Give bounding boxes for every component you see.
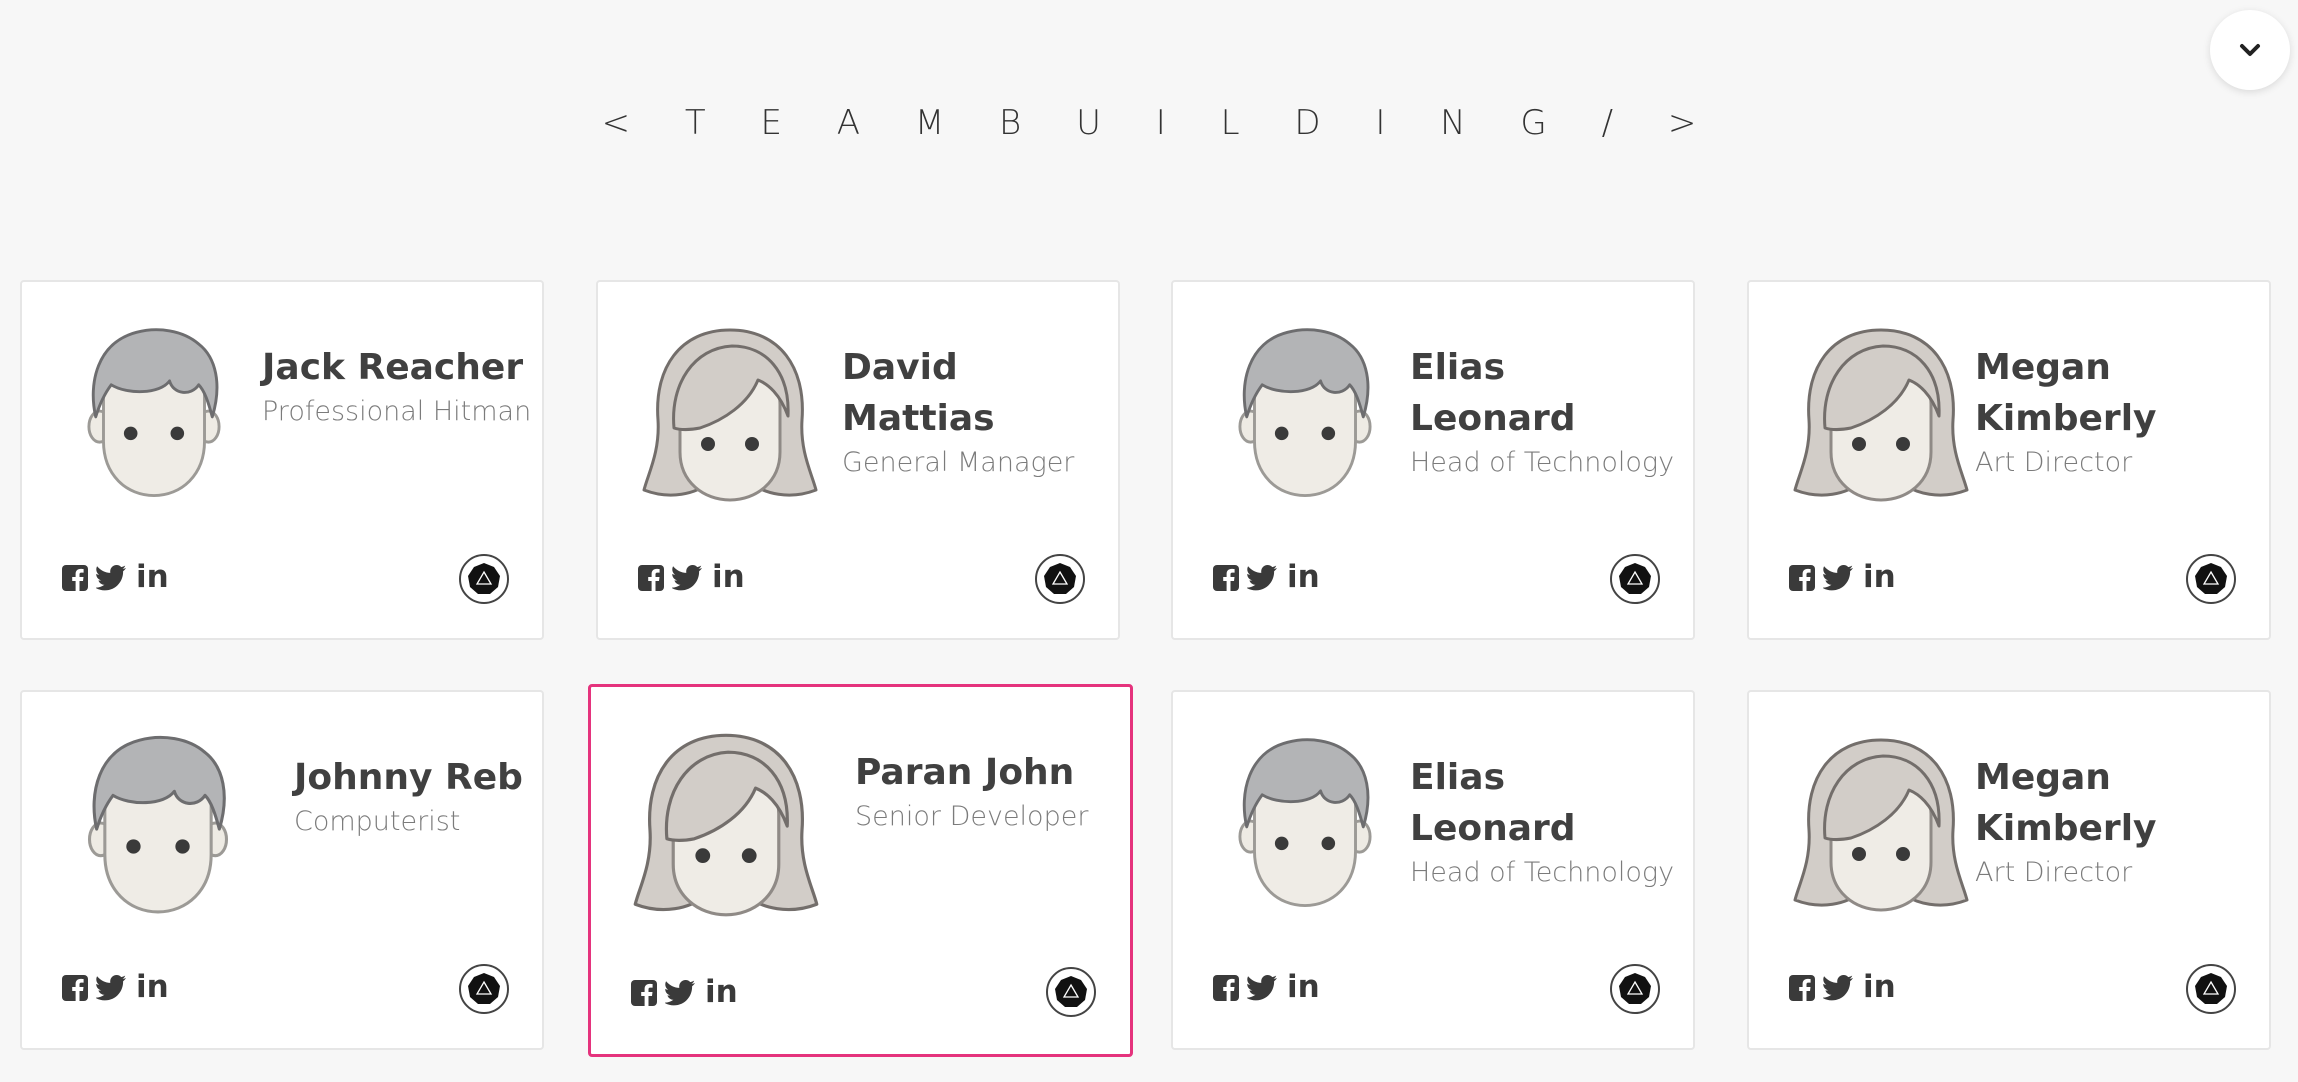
member-name: Megan Kimberly (1975, 757, 2157, 849)
linkedin-icon[interactable]: in (1287, 972, 1320, 1003)
facebook-icon[interactable] (1789, 975, 1815, 1001)
avatar (86, 732, 230, 916)
twitter-icon[interactable] (96, 565, 126, 591)
chevron-down-icon (2240, 44, 2260, 56)
profile-badge-button[interactable] (1035, 554, 1085, 604)
linkedin-icon[interactable]: in (705, 977, 738, 1008)
member-name: David Mattias (842, 347, 995, 439)
team-card[interactable]: Elias Leonard Head of Technology in (1171, 280, 1695, 640)
member-name: Johnny Reb (294, 757, 523, 798)
badge-logo-icon (2194, 972, 2228, 1006)
member-role: Head of Technology (1410, 857, 1675, 888)
profile-badge-button[interactable] (1046, 967, 1096, 1017)
avatar (1237, 324, 1373, 500)
twitter-icon[interactable] (665, 980, 695, 1006)
member-role: Art Director (1975, 447, 2133, 478)
profile-badge-button[interactable] (459, 554, 509, 604)
badge-logo-icon (2194, 562, 2228, 596)
badge-logo-icon (1043, 562, 1077, 596)
linkedin-icon[interactable]: in (1863, 972, 1896, 1003)
member-name: Elias Leonard (1410, 757, 1576, 849)
avatar (1791, 324, 1971, 504)
member-role: Professional Hitman (262, 396, 532, 427)
team-card[interactable]: Jack Reacher Professional Hitman in (20, 280, 544, 640)
linkedin-icon[interactable]: in (1287, 562, 1320, 593)
social-links: in (1789, 972, 1896, 1003)
member-role: Senior Developer (855, 801, 1089, 832)
member-name: Jack Reacher (262, 347, 524, 388)
facebook-icon[interactable] (62, 975, 88, 1001)
team-card[interactable]: Paran John Senior Developer in (588, 684, 1133, 1057)
facebook-icon[interactable] (631, 980, 657, 1006)
member-role: Art Director (1975, 857, 2133, 888)
facebook-icon[interactable] (638, 565, 664, 591)
social-links: in (631, 977, 738, 1008)
badge-logo-icon (467, 972, 501, 1006)
twitter-icon[interactable] (1823, 975, 1853, 1001)
member-name: Megan Kimberly (1975, 347, 2157, 439)
twitter-icon[interactable] (1823, 565, 1853, 591)
avatar (631, 729, 821, 919)
facebook-icon[interactable] (62, 565, 88, 591)
profile-badge-button[interactable] (1610, 964, 1660, 1014)
member-role: General Manager (842, 447, 1075, 478)
facebook-icon[interactable] (1213, 975, 1239, 1001)
profile-badge-button[interactable] (2186, 964, 2236, 1014)
facebook-icon[interactable] (1213, 565, 1239, 591)
scroll-down-button[interactable] (2210, 10, 2290, 90)
avatar (1791, 734, 1971, 914)
linkedin-icon[interactable]: in (136, 562, 169, 593)
social-links: in (62, 972, 169, 1003)
social-links: in (638, 562, 745, 593)
linkedin-icon[interactable]: in (712, 562, 745, 593)
social-links: in (1789, 562, 1896, 593)
twitter-icon[interactable] (1247, 975, 1277, 1001)
social-links: in (1213, 562, 1320, 593)
social-links: in (1213, 972, 1320, 1003)
page-title: < T E A M B U I L D I N G / > (601, 103, 1719, 143)
badge-logo-icon (1618, 562, 1652, 596)
facebook-icon[interactable] (1789, 565, 1815, 591)
avatar (640, 324, 820, 504)
social-links: in (62, 562, 169, 593)
member-role: Computerist (294, 806, 461, 837)
member-name: Paran John (855, 752, 1075, 793)
badge-logo-icon (1054, 975, 1088, 1009)
team-card[interactable]: Elias Leonard Head of Technology in (1171, 690, 1695, 1050)
profile-badge-button[interactable] (1610, 554, 1660, 604)
linkedin-icon[interactable]: in (136, 972, 169, 1003)
twitter-icon[interactable] (1247, 565, 1277, 591)
team-card[interactable]: Megan Kimberly Art Director in (1747, 280, 2271, 640)
avatar (86, 324, 222, 500)
twitter-icon[interactable] (96, 975, 126, 1001)
twitter-icon[interactable] (672, 565, 702, 591)
team-card[interactable]: Johnny Reb Computerist in (20, 690, 544, 1050)
team-card[interactable]: David Mattias General Manager in (596, 280, 1120, 640)
member-name: Elias Leonard (1410, 347, 1576, 439)
linkedin-icon[interactable]: in (1863, 562, 1896, 593)
team-card[interactable]: Megan Kimberly Art Director in (1747, 690, 2271, 1050)
badge-logo-icon (467, 562, 501, 596)
member-role: Head of Technology (1410, 447, 1675, 478)
badge-logo-icon (1618, 972, 1652, 1006)
avatar (1237, 734, 1373, 910)
profile-badge-button[interactable] (2186, 554, 2236, 604)
profile-badge-button[interactable] (459, 964, 509, 1014)
